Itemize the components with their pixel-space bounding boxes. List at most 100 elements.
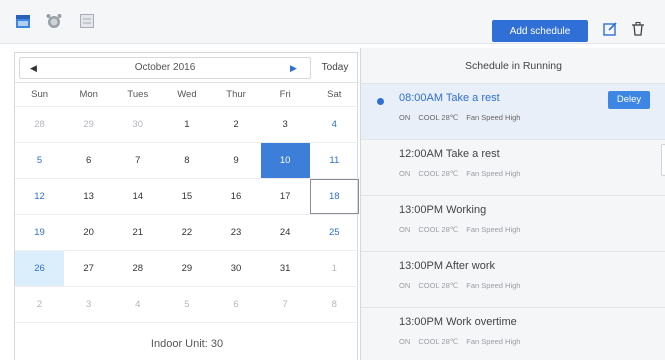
schedule-item-detail: ON COOL 28℃ Fan Speed High: [399, 169, 526, 178]
fan-speed-status: Fan Speed High: [466, 113, 521, 122]
mode-status: COOL 28℃: [418, 281, 459, 290]
day-cell[interactable]: 5: [162, 287, 211, 322]
day-cell[interactable]: 2: [212, 107, 261, 142]
day-cell[interactable]: 29: [64, 107, 113, 142]
list-view-icon[interactable]: [78, 12, 96, 30]
add-schedule-button[interactable]: Add schedule: [492, 20, 588, 42]
day-cell[interactable]: 24: [261, 215, 310, 250]
schedule-item-active[interactable]: 08:00AM Take a rest Deley ON COOL 28℃ Fa…: [361, 84, 665, 140]
day-cell[interactable]: 7: [261, 287, 310, 322]
day-cell[interactable]: 13: [64, 179, 113, 214]
schedule-item[interactable]: 13:00PM Working ON COOL 28℃ Fan Speed Hi…: [361, 196, 665, 252]
day-cell[interactable]: 21: [113, 215, 162, 250]
trash-icon[interactable]: [630, 21, 646, 37]
schedule-panel: Schedule in Running 08:00AM Take a rest …: [360, 48, 665, 360]
day-cell[interactable]: 28: [15, 107, 64, 142]
week-row: 26 27 28 29 30 31 1: [15, 251, 359, 287]
weekday-wed: Wed: [177, 89, 197, 100]
selected-day-cell[interactable]: 10: [260, 143, 310, 178]
day-cell[interactable]: 23: [212, 215, 261, 250]
power-status: ON: [399, 113, 411, 122]
schedule-item-title: 13:00PM After work: [399, 260, 495, 272]
mode-status: COOL 28℃: [418, 337, 459, 346]
running-indicator-icon: [377, 98, 384, 105]
week-row: 5 6 7 8 9 10 11: [15, 143, 359, 179]
mode-status: COOL 28℃: [418, 113, 459, 122]
day-cell[interactable]: 6: [64, 143, 113, 178]
highlighted-day-cell[interactable]: 26: [15, 251, 65, 286]
day-cell[interactable]: 12: [15, 179, 64, 214]
today-button[interactable]: Today: [313, 57, 357, 79]
day-cell[interactable]: 30: [113, 107, 162, 142]
day-cell[interactable]: 8: [310, 287, 359, 322]
day-cell[interactable]: 11: [310, 143, 359, 178]
day-cell[interactable]: 25: [310, 215, 359, 250]
day-cell[interactable]: 3: [64, 287, 113, 322]
fan-speed-status: Fan Speed High: [466, 169, 521, 178]
day-cell[interactable]: 7: [113, 143, 162, 178]
power-status: ON: [399, 337, 411, 346]
schedule-item-detail: ON COOL 28℃ Fan Speed High: [399, 281, 526, 290]
calendar-icon[interactable]: [14, 12, 32, 30]
schedule-item-title: 13:00PM Work overtime: [399, 316, 517, 328]
weekday-header-row: Sun Mon Tues Wed Thur Fri Sat: [15, 83, 359, 107]
weekday-tue: Tues: [127, 89, 149, 100]
power-status: ON: [399, 281, 411, 290]
alarm-clock-icon[interactable]: [45, 12, 63, 30]
schedule-item-title: 13:00PM Working: [399, 204, 487, 216]
schedule-item-detail: ON COOL 28℃ Fan Speed High: [399, 225, 526, 234]
power-status: ON: [399, 225, 411, 234]
day-cell[interactable]: 17: [261, 179, 310, 214]
day-cell[interactable]: 31: [261, 251, 310, 286]
calendar-header: ◀ October 2016 ▶ Today: [15, 53, 359, 83]
schedule-item[interactable]: 13:00PM Work overtime ON COOL 28℃ Fan Sp…: [361, 308, 665, 360]
day-cell[interactable]: 2: [15, 287, 64, 322]
indoor-unit-label: Indoor Unit: 30: [150, 338, 224, 350]
edit-icon[interactable]: [602, 21, 618, 37]
month-navigator: ◀ October 2016 ▶: [19, 57, 311, 79]
day-cell[interactable]: 8: [162, 143, 211, 178]
day-cell[interactable]: 4: [310, 107, 359, 142]
day-cell[interactable]: 15: [162, 179, 211, 214]
weekday-mon: Mon: [79, 89, 98, 100]
week-row: 19 20 21 22 23 24 25: [15, 215, 359, 251]
delay-button[interactable]: Deley: [608, 91, 650, 109]
week-row: 12 13 14 15 16 17 18: [15, 179, 359, 215]
day-cell[interactable]: 16: [212, 179, 261, 214]
day-cell[interactable]: 14: [113, 179, 162, 214]
fan-speed-status: Fan Speed High: [466, 225, 521, 234]
month-label: October 2016: [134, 62, 196, 73]
schedule-title: Schedule in Running: [361, 48, 665, 84]
schedule-item-detail: ON COOL 28℃ Fan Speed High: [399, 337, 526, 346]
day-cell[interactable]: 29: [162, 251, 211, 286]
prev-month-icon[interactable]: ◀: [30, 63, 40, 75]
day-cell[interactable]: 6: [212, 287, 261, 322]
calendar: ◀ October 2016 ▶ Today Sun Mon Tues Wed …: [14, 52, 359, 360]
day-cell[interactable]: 9: [212, 143, 261, 178]
weekday-fri: Fri: [279, 89, 291, 100]
weekday-thu: Thur: [226, 89, 246, 100]
fan-speed-status: Fan Speed High: [466, 337, 521, 346]
today-day-cell[interactable]: 18: [309, 179, 359, 214]
week-row: 2 3 4 5 6 7 8: [15, 287, 359, 323]
day-cell[interactable]: 1: [162, 107, 211, 142]
day-cell[interactable]: 30: [212, 251, 261, 286]
day-cell[interactable]: 5: [15, 143, 64, 178]
mode-status: COOL 28℃: [418, 169, 459, 178]
day-cell[interactable]: 19: [15, 215, 64, 250]
day-cell[interactable]: 3: [261, 107, 310, 142]
next-month-icon[interactable]: ▶: [290, 63, 300, 75]
week-row: 28 29 30 1 2 3 4: [15, 107, 359, 143]
day-cell[interactable]: 28: [113, 251, 162, 286]
day-cell[interactable]: 1: [310, 251, 359, 286]
day-cell[interactable]: 22: [162, 215, 211, 250]
day-cell[interactable]: 20: [64, 215, 113, 250]
schedule-item[interactable]: 13:00PM After work ON COOL 28℃ Fan Speed…: [361, 252, 665, 308]
day-cell[interactable]: 4: [113, 287, 162, 322]
schedule-item-title: 12:00AM Take a rest: [399, 148, 500, 160]
schedule-item[interactable]: 12:00AM Take a rest ON COOL 28℃ Fan Spee…: [361, 140, 665, 196]
day-cell[interactable]: 27: [64, 251, 113, 286]
schedule-scrollbar[interactable]: [661, 144, 665, 176]
schedule-item-title: 08:00AM Take a rest: [399, 92, 500, 104]
mode-status: COOL 28℃: [418, 225, 459, 234]
